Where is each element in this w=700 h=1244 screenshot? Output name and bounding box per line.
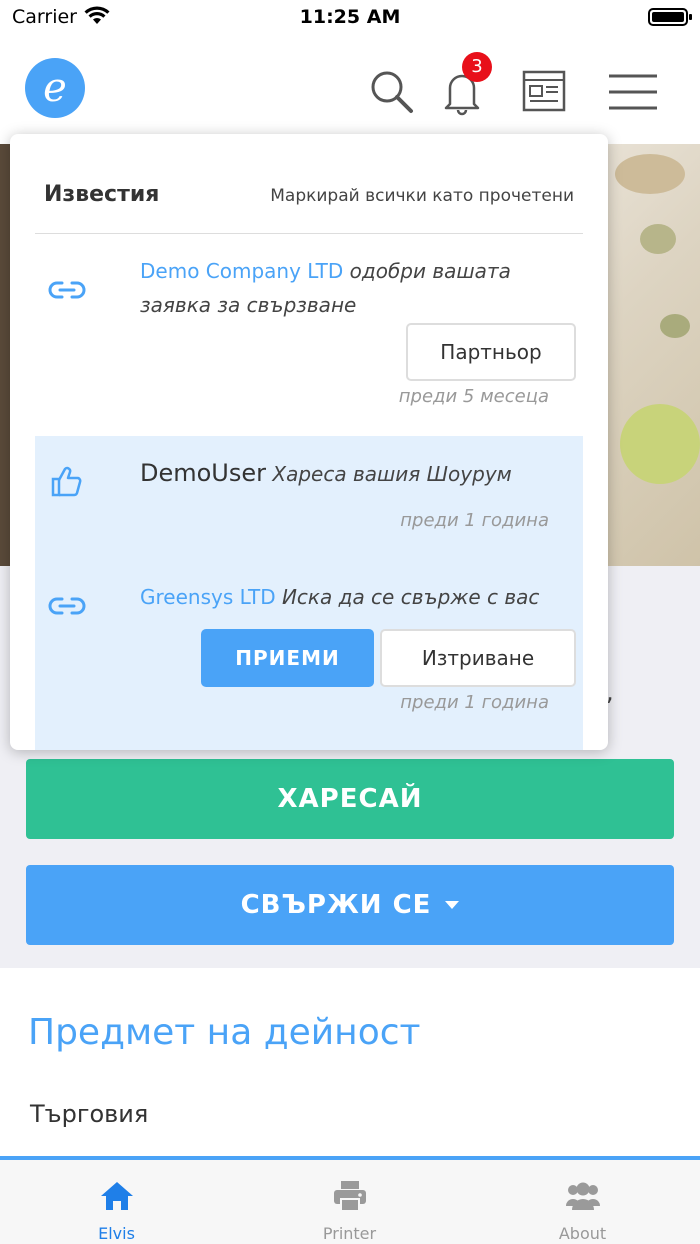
clock: 11:25 AM — [299, 6, 401, 28]
notification-item[interactable]: Greensys LTD Иска да се свърже с вас ПРИ… — [35, 562, 583, 750]
tab-bar: Elvis Printer About — [0, 1156, 700, 1244]
notification-actor[interactable]: DemoUser — [140, 459, 266, 487]
partner-button-label: Партньор — [440, 340, 542, 364]
like-button[interactable]: ХАРЕСАЙ — [26, 759, 674, 839]
hero-image-edge — [0, 144, 10, 566]
section-title: Предмет на дейност — [28, 1012, 421, 1053]
link-icon — [47, 592, 87, 624]
section-text: Търговия — [30, 1100, 149, 1128]
thumbs-up-icon — [51, 466, 83, 502]
notifications-dropdown: Известия Маркирай всички като прочетени … — [10, 134, 608, 750]
notification-actor[interactable]: Greensys LTD — [140, 585, 276, 609]
app-header: e 3 — [0, 38, 700, 144]
notification-actor[interactable]: Demo Company LTD — [140, 259, 343, 283]
notifications-title: Известия — [44, 182, 160, 207]
hamburger-menu-icon[interactable] — [608, 74, 658, 114]
notification-item[interactable]: Demo Company LTD одобри вашата заявка за… — [35, 234, 583, 434]
printer-icon — [333, 1181, 366, 1212]
news-icon[interactable] — [522, 70, 566, 116]
notification-message: Хареса вашия Шоурум — [272, 462, 512, 486]
caret-down-icon — [445, 901, 460, 909]
connect-button-label: СВЪРЖИ СЕ — [240, 890, 432, 920]
notification-time: преди 1 година — [400, 510, 549, 531]
search-icon[interactable] — [368, 68, 414, 118]
activity-section: Предмет на дейност Търговия — [0, 968, 700, 1158]
accept-button[interactable]: ПРИЕМИ — [201, 629, 374, 687]
delete-button-label: Изтриване — [421, 646, 535, 670]
link-icon — [47, 276, 87, 308]
tab-printer[interactable]: Printer — [233, 1160, 466, 1244]
notification-item[interactable]: DemoUser Хареса вашия Шоурум преди 1 год… — [35, 436, 583, 562]
like-button-label: ХАРЕСАЙ — [277, 784, 423, 814]
home-icon — [100, 1182, 133, 1210]
users-icon — [565, 1182, 600, 1210]
connect-dropdown-button[interactable]: СВЪРЖИ СЕ — [26, 865, 674, 945]
delete-button[interactable]: Изтриване — [380, 629, 576, 687]
app-logo[interactable]: e — [25, 58, 85, 118]
notification-text: Demo Company LTD одобри вашата заявка за… — [140, 254, 563, 322]
notification-message: Иска да се свърже с вас — [281, 585, 540, 609]
notification-text: DemoUser Хареса вашия Шоурум — [140, 456, 563, 491]
status-bar: Carrier 11:25 AM — [0, 0, 700, 38]
partner-button[interactable]: Партньор — [406, 323, 576, 381]
notification-time: преди 1 година — [400, 692, 549, 713]
tab-label: Elvis — [98, 1224, 135, 1243]
notification-badge: 3 — [462, 52, 492, 82]
battery-icon — [648, 8, 692, 26]
tab-elvis[interactable]: Elvis — [0, 1160, 233, 1244]
notification-time: преди 5 месеца — [398, 386, 549, 407]
accept-button-label: ПРИЕМИ — [235, 646, 340, 670]
mark-all-read-link[interactable]: Маркирай всички като прочетени — [270, 186, 574, 206]
notification-text: Greensys LTD Иска да се свърже с вас — [140, 580, 583, 614]
tab-label: About — [558, 1224, 607, 1243]
tab-about[interactable]: About — [466, 1160, 699, 1244]
tab-label: Printer — [322, 1224, 377, 1243]
